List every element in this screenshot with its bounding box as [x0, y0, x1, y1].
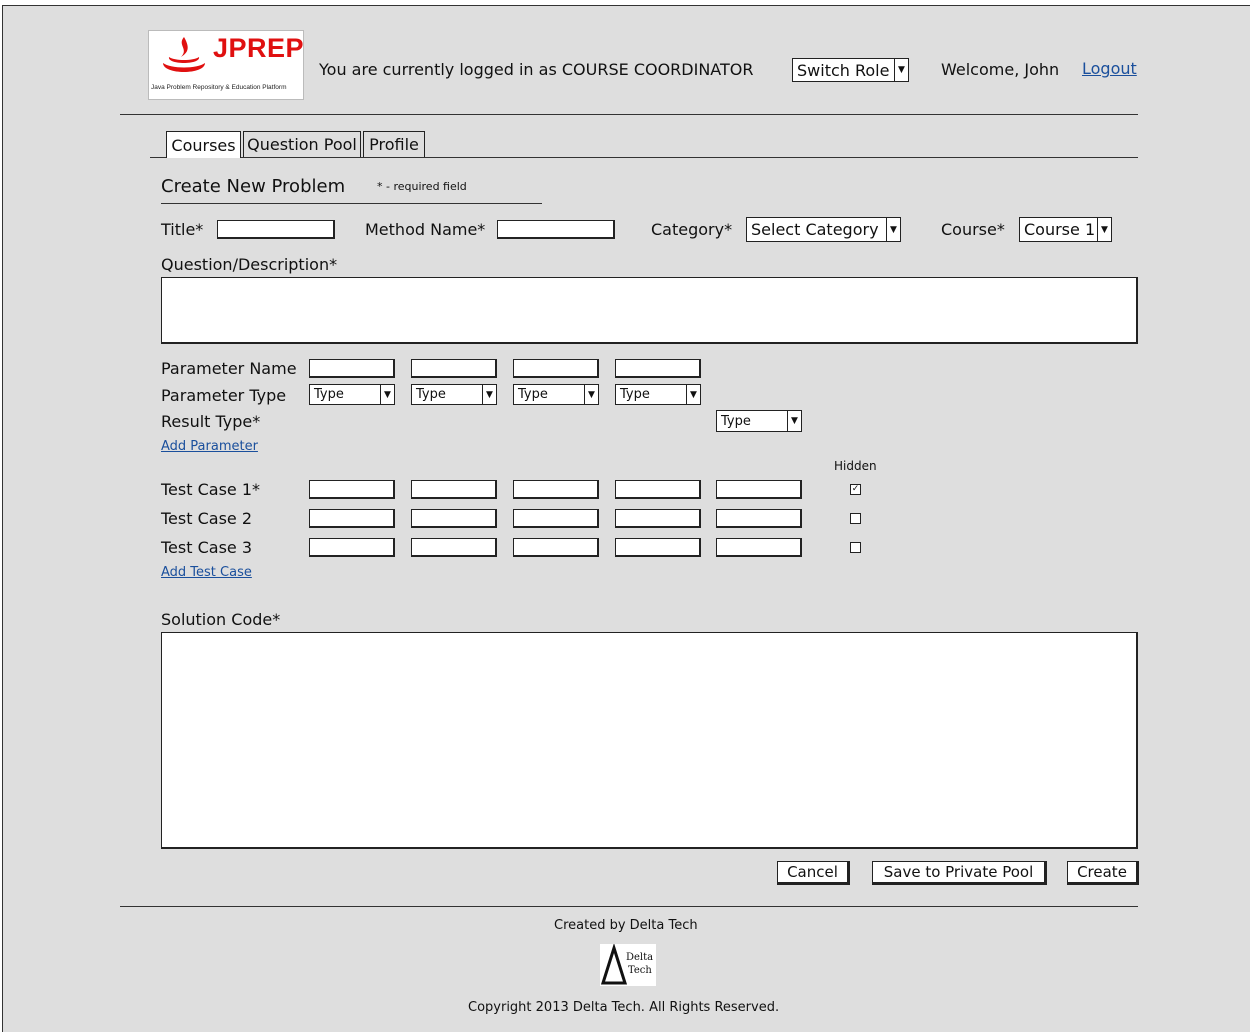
test-case-expected-input[interactable] — [716, 480, 802, 499]
test-case-input[interactable] — [513, 480, 599, 499]
logo-tagline: Java Problem Repository & Education Plat… — [151, 84, 287, 91]
chevron-down-icon: ▼ — [1097, 218, 1111, 241]
parameter-name-input[interactable] — [615, 359, 701, 378]
test-case-input[interactable] — [411, 509, 497, 528]
title-label: Title* — [161, 220, 204, 239]
solution-code-textarea[interactable] — [161, 632, 1138, 849]
parameter-name-label: Parameter Name — [161, 359, 297, 378]
parameter-type-value: Type — [518, 387, 548, 402]
title-input[interactable] — [217, 220, 335, 239]
test-case-3-label: Test Case 3 — [161, 538, 253, 557]
parameter-type-select[interactable]: Type ▼ — [513, 384, 599, 405]
test-case-input[interactable] — [513, 509, 599, 528]
save-to-private-pool-button[interactable]: Save to Private Pool — [872, 861, 1047, 885]
parameter-type-value: Type — [416, 387, 446, 402]
hidden-checkbox[interactable] — [850, 513, 861, 524]
chevron-down-icon: ▼ — [686, 385, 700, 404]
parameter-type-value: Type — [314, 387, 344, 402]
chevron-down-icon: ▼ — [380, 385, 394, 404]
hidden-checkbox-checked[interactable]: ✓ — [850, 484, 861, 495]
hidden-column-label: Hidden — [834, 459, 877, 473]
result-type-select[interactable]: Type ▼ — [716, 410, 802, 432]
test-case-input[interactable] — [309, 480, 395, 499]
course-select[interactable]: Course 1 ▼ — [1019, 217, 1112, 242]
category-label: Category* — [651, 220, 733, 239]
description-label: Question/Description* — [161, 255, 338, 274]
create-button[interactable]: Create — [1067, 861, 1139, 885]
flame-cup-icon — [163, 37, 205, 72]
add-test-case-link[interactable]: Add Test Case — [161, 565, 252, 580]
chevron-down-icon: ▼ — [894, 59, 908, 81]
page-title: Create New Problem — [161, 176, 346, 197]
hidden-checkbox[interactable] — [850, 542, 861, 553]
chevron-down-icon: ▼ — [482, 385, 496, 404]
chevron-down-icon: ▼ — [584, 385, 598, 404]
switch-role-select[interactable]: Switch Role ▼ — [792, 58, 909, 82]
parameter-name-input[interactable] — [309, 359, 395, 378]
test-case-input[interactable] — [615, 509, 701, 528]
category-select[interactable]: Select Category ▼ — [746, 217, 901, 242]
delta-logo-text-1: Delta — [626, 952, 654, 963]
test-case-input[interactable] — [513, 538, 599, 557]
category-value: Select Category — [751, 220, 879, 239]
welcome-text: Welcome, John — [941, 60, 1060, 79]
test-case-input[interactable] — [615, 538, 701, 557]
test-case-input[interactable] — [411, 480, 497, 499]
footer-divider — [120, 906, 1138, 907]
method-name-input[interactable] — [497, 220, 615, 239]
parameter-type-select[interactable]: Type ▼ — [309, 384, 395, 405]
logo-name: JPREP — [213, 33, 305, 63]
test-case-2-label: Test Case 2 — [161, 509, 253, 528]
header-divider — [120, 114, 1138, 115]
created-by-text: Created by Delta Tech — [554, 918, 698, 933]
result-type-value: Type — [721, 413, 751, 429]
required-note: * - required field — [377, 180, 467, 193]
test-case-input[interactable] — [411, 538, 497, 557]
title-underline — [161, 203, 542, 204]
parameter-type-select[interactable]: Type ▼ — [615, 384, 701, 405]
tab-profile[interactable]: Profile — [363, 131, 425, 157]
chevron-down-icon: ▼ — [787, 411, 801, 431]
test-case-expected-input[interactable] — [716, 509, 802, 528]
parameter-name-input[interactable] — [411, 359, 497, 378]
tab-courses[interactable]: Courses — [166, 131, 241, 158]
description-textarea[interactable] — [161, 277, 1138, 344]
test-case-expected-input[interactable] — [716, 538, 802, 557]
test-case-1-label: Test Case 1* — [161, 480, 261, 499]
course-label: Course* — [941, 220, 1005, 239]
delta-logo-text-2: Tech — [628, 965, 652, 976]
chevron-down-icon: ▼ — [886, 218, 900, 241]
method-name-label: Method Name* — [365, 220, 486, 239]
jprep-logo: JPREP Java Problem Repository & Educatio… — [148, 30, 304, 100]
logged-in-text: You are currently logged in as COURSE CO… — [319, 60, 754, 79]
delta-tech-logo: Delta Tech — [600, 942, 656, 986]
cancel-button[interactable]: Cancel — [777, 861, 850, 885]
copyright-text: Copyright 2013 Delta Tech. All Rights Re… — [468, 1000, 780, 1015]
parameter-name-input[interactable] — [513, 359, 599, 378]
solution-code-label: Solution Code* — [161, 610, 281, 629]
test-case-input[interactable] — [615, 480, 701, 499]
tab-question-pool[interactable]: Question Pool — [243, 131, 361, 157]
test-case-input[interactable] — [309, 538, 395, 557]
parameter-type-value: Type — [620, 387, 650, 402]
logout-link[interactable]: Logout — [1082, 59, 1137, 78]
switch-role-label: Switch Role — [797, 60, 890, 80]
tab-baseline — [150, 157, 1138, 158]
parameter-type-select[interactable]: Type ▼ — [411, 384, 497, 405]
test-case-input[interactable] — [309, 509, 395, 528]
parameter-type-label: Parameter Type — [161, 386, 287, 405]
result-type-label: Result Type* — [161, 412, 261, 431]
add-parameter-link[interactable]: Add Parameter — [161, 439, 258, 454]
course-value: Course 1 — [1024, 220, 1096, 239]
